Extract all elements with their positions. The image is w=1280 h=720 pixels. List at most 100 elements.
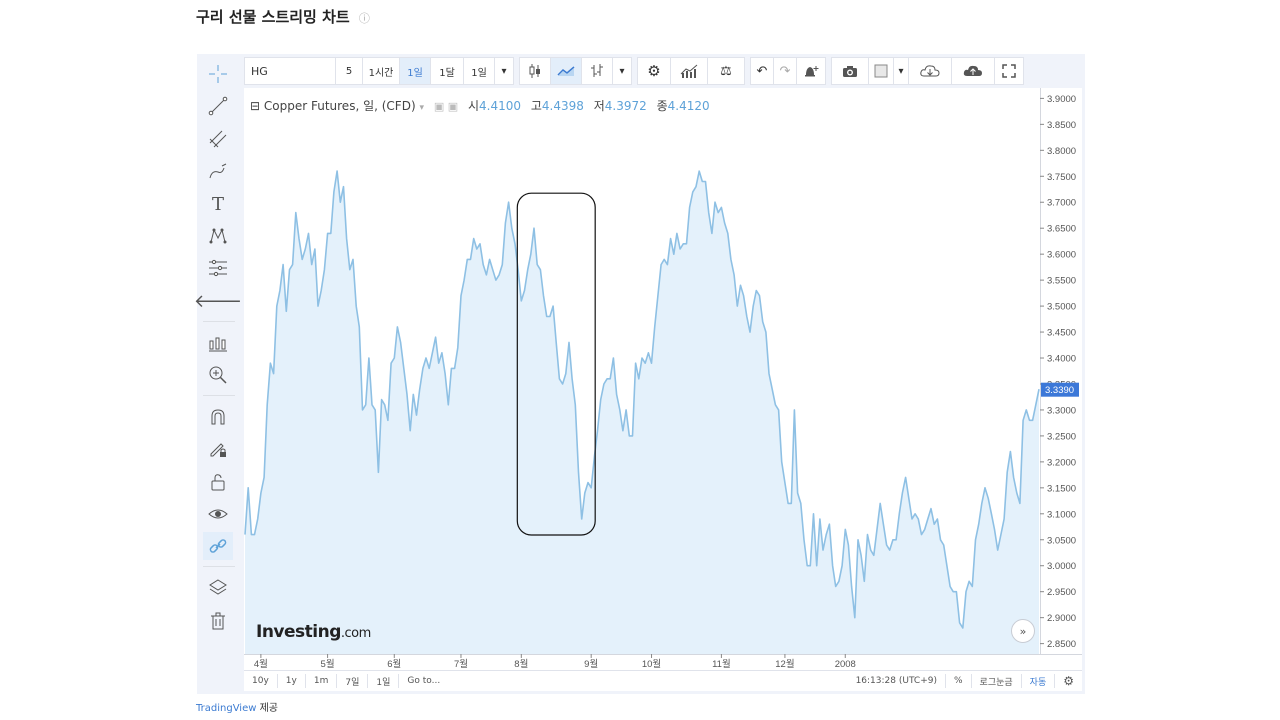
y-tick-label: 3.4000 [1047, 354, 1076, 365]
bottom-bar: 10y 1y 1m 7일 1일 Go to... 16:13:28 (UTC+9… [244, 670, 1082, 691]
credit-text: TradingView 제공 [196, 699, 278, 714]
trash-icon[interactable] [203, 607, 233, 635]
indicators-icon[interactable] [670, 57, 708, 85]
y-tick-label: 3.6000 [1047, 250, 1076, 261]
y-tick-label: 3.5000 [1047, 302, 1076, 313]
logo-main: Investing [256, 622, 341, 642]
page-title-text: 구리 선물 스트리밍 차트 [196, 8, 350, 26]
color-square-icon[interactable] [868, 57, 894, 85]
x-tick-label: 10월 [642, 658, 661, 670]
candles-icon[interactable] [519, 57, 551, 85]
legend-open-label: 시 [467, 99, 479, 113]
log-scale-toggle[interactable]: 로그눈금 [970, 674, 1021, 688]
color-dropdown-icon[interactable]: ▾ [893, 57, 909, 85]
fib-tool-icon[interactable] [203, 125, 233, 153]
area-chart-icon[interactable] [550, 57, 582, 85]
chart-legend: ⊟ Copper Futures, 일, (CFD) ▾ ▣ ▣ 시4.4100… [250, 97, 710, 114]
scroll-to-end-button[interactable]: » [1011, 619, 1035, 643]
y-tick-label: 3.3000 [1047, 405, 1076, 416]
tradingview-link[interactable]: TradingView [196, 703, 256, 714]
credit-suffix: 제공 [256, 703, 279, 714]
y-tick-label: 2.9500 [1047, 587, 1076, 598]
text-tool-icon[interactable]: T [203, 190, 233, 218]
current-price-label: 3.3390 [1045, 385, 1074, 396]
y-tick-label: 3.2500 [1047, 431, 1076, 442]
unlock-icon[interactable] [203, 468, 233, 496]
interval-select[interactable]: 1일 [463, 57, 495, 85]
y-tick-label: 2.9000 [1047, 613, 1076, 624]
back-arrow-icon[interactable]: 🡐 [194, 287, 242, 315]
price-chart[interactable]: 3.9000 3.8500 3.8000 3.7500 3.7000 3.6500 3.60… [244, 88, 1082, 670]
x-tick-label: 12월 [775, 658, 794, 670]
drawing-toolbar: T 🡐 [194, 58, 242, 638]
tool-separator [203, 395, 235, 396]
layers-icon[interactable] [203, 574, 233, 602]
camera-icon[interactable] [831, 57, 869, 85]
zoom-in-icon[interactable] [203, 361, 233, 389]
legend-collapse-icon[interactable]: ⊟ [250, 99, 260, 113]
legend-open-value: 4.4100 [479, 99, 521, 113]
interval-1h-button[interactable]: 1시간 [362, 57, 400, 85]
redo-icon[interactable]: ↷ [773, 57, 797, 85]
crosshair-icon[interactable] [203, 60, 233, 88]
range-10y-button[interactable]: 10y [244, 674, 278, 688]
y-tick-label: 3.6500 [1047, 224, 1076, 235]
range-1y-button[interactable]: 1y [278, 674, 306, 688]
interval-select-label: 1일 [471, 67, 487, 79]
cloud-upload-icon[interactable] [951, 57, 995, 85]
interval-dropdown-icon[interactable]: ▾ [494, 57, 514, 85]
range-7d-button[interactable]: 7일 [337, 674, 369, 688]
y-tick-label: 3.8000 [1047, 146, 1076, 157]
undo-icon[interactable]: ↶ [750, 57, 774, 85]
x-tick-label: 2008 [835, 659, 856, 670]
legend-close-value: 4.4120 [667, 99, 710, 113]
legend-caret-icon[interactable]: ▾ [419, 103, 424, 113]
magnet-icon[interactable] [203, 403, 233, 431]
bottom-gear-icon[interactable]: ⚙ [1054, 674, 1082, 688]
investing-logo: Investing.com [256, 622, 371, 642]
chart-type-dropdown-icon[interactable]: ▾ [612, 57, 632, 85]
y-tick-label: 3.1500 [1047, 483, 1076, 494]
page-title: 구리 선물 스트리밍 차트 ⓘ [196, 6, 370, 27]
x-tick-label: 5월 [321, 658, 335, 670]
y-tick-label: 3.4500 [1047, 328, 1076, 339]
y-tick-label: 3.8500 [1047, 120, 1076, 131]
y-tick-label: 3.7500 [1047, 172, 1076, 183]
y-tick-label: 3.2000 [1047, 457, 1076, 468]
compare-icon[interactable]: ⚖ [707, 57, 745, 85]
percent-toggle[interactable]: % [944, 674, 971, 688]
x-tick-label: 11월 [712, 658, 731, 670]
x-tick-label: 8월 [514, 658, 528, 670]
y-tick-label: 3.9000 [1047, 94, 1076, 105]
eye-icon[interactable] [203, 500, 233, 528]
lock-drawings-icon[interactable] [203, 435, 233, 463]
tool-separator [203, 566, 235, 567]
y-tick-label: 3.5500 [1047, 276, 1076, 287]
auto-scale-toggle[interactable]: 자동 [1020, 674, 1055, 688]
legend-settings-icon[interactable]: ▣ ▣ [434, 100, 458, 113]
range-1d-button[interactable]: 1일 [368, 674, 400, 688]
goto-button[interactable]: Go to... [399, 674, 448, 688]
symbol-input[interactable]: HG [244, 57, 336, 85]
x-tick-label: 6월 [387, 658, 401, 670]
prediction-tool-icon[interactable] [203, 254, 233, 282]
interval-1d-button[interactable]: 1일 [399, 57, 431, 85]
cloud-download-icon[interactable] [908, 57, 952, 85]
measure-icon[interactable] [203, 330, 233, 358]
interval-1m-button[interactable]: 1달 [430, 57, 464, 85]
legend-close-label: 종 [656, 99, 668, 113]
alert-icon[interactable] [796, 57, 826, 85]
chart-toolbar: HG 5 1시간 1일 1달 1일 ▾ ▾ ⚙ ⚖ ↶ ↷ ▾ [244, 57, 1082, 85]
brush-icon[interactable] [203, 158, 233, 186]
range-1m-button[interactable]: 1m [306, 674, 338, 688]
gear-icon[interactable]: ⚙ [637, 57, 671, 85]
trend-line-icon[interactable] [203, 92, 233, 120]
fullscreen-icon[interactable] [994, 57, 1024, 85]
pattern-tool-icon[interactable] [203, 222, 233, 250]
info-icon[interactable]: ⓘ [359, 12, 370, 25]
bars-icon[interactable] [581, 57, 613, 85]
interval-5-button[interactable]: 5 [335, 57, 363, 85]
link-icon[interactable] [203, 532, 233, 560]
y-tick-label: 3.0500 [1047, 535, 1076, 546]
tool-separator [203, 321, 235, 322]
